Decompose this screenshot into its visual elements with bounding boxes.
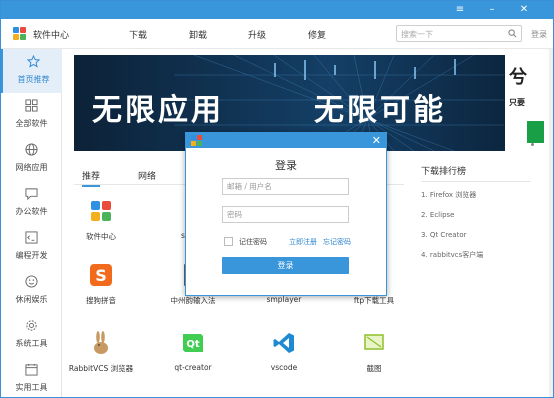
banner-side-panel: 兮 只要 — [505, 55, 544, 151]
app-card[interactable]: Qt qt-creator — [153, 331, 233, 397]
top-bar: 软件中心 下载 卸载 升级 修复 搜索一下 登录 — [1, 19, 553, 49]
app-label: 搜狗拼音 — [86, 296, 116, 305]
username-field[interactable] — [222, 178, 349, 195]
nav-uninstall[interactable]: 卸载 — [189, 28, 207, 41]
remember-checkbox[interactable] — [224, 237, 233, 246]
qt-icon: Qt — [183, 334, 203, 352]
sidebar-item-label: 全部软件 — [15, 119, 48, 128]
nav-download[interactable]: 下载 — [129, 28, 147, 41]
rabbit-icon — [94, 331, 108, 354]
tab-network[interactable]: 网络 — [138, 169, 156, 182]
app-label: smplayer — [266, 295, 302, 304]
app-card[interactable]: vscode — [244, 331, 324, 397]
sidebar-item-all[interactable]: 全部软件 — [1, 93, 62, 137]
login-button[interactable]: 登录 — [222, 257, 349, 274]
svg-text:Qt: Qt — [186, 339, 200, 350]
sidebar: 首页推荐 全部软件 网络应用 办公软件 编程开发 休闲娱乐 系统工具 实用工具 — [1, 49, 62, 397]
register-link[interactable]: 立即注册 — [289, 237, 317, 247]
screenshot-icon — [364, 334, 384, 350]
login-link[interactable]: 登录 — [531, 29, 547, 40]
rank-item[interactable]: 3. Qt Creator — [421, 231, 467, 239]
app-card[interactable]: 软件中心 — [61, 199, 141, 269]
sogou-icon: S — [90, 264, 112, 286]
app-name: 软件中心 — [33, 31, 70, 41]
sidebar-item-utility[interactable]: 实用工具 — [1, 357, 62, 397]
sidebar-item-leisure[interactable]: 休闲娱乐 — [1, 269, 62, 313]
download-rank-panel: 下载排行榜 1. Firefox 浏览器 2. Eclipse 3. Qt Cr… — [421, 164, 541, 259]
sidebar-item-label: 休闲娱乐 — [15, 295, 48, 304]
app-window: ≡ – ✕ 软件中心 下载 卸载 升级 修复 搜索一下 登录 首页推荐 全部软件 — [0, 0, 554, 398]
nav-upgrade[interactable]: 升级 — [248, 28, 266, 41]
search-placeholder: 搜索一下 — [401, 30, 433, 39]
sidebar-item-label: 系统工具 — [15, 339, 48, 348]
vscode-icon — [273, 333, 294, 353]
banner-text-2: 无限可能 — [314, 93, 446, 128]
app-logo-icon — [13, 27, 27, 41]
banner-text-1: 无限应用 — [92, 93, 224, 128]
software-center-icon — [91, 201, 111, 221]
app-card[interactable]: 截图 — [334, 331, 414, 397]
gear-icon — [26, 320, 37, 331]
password-field[interactable] — [222, 206, 349, 223]
app-label: 截图 — [366, 364, 382, 373]
sidebar-item-label: 编程开发 — [15, 251, 48, 260]
star-icon — [27, 55, 40, 68]
sidebar-item-label: 首页推荐 — [17, 75, 50, 84]
app-label: 软件中心 — [86, 232, 116, 241]
sidebar-item-label: 办公软件 — [15, 207, 48, 216]
hamburger-icon[interactable]: ≡ — [453, 3, 467, 17]
scrollbar[interactable] — [549, 49, 553, 397]
rank-title: 下载排行榜 — [421, 164, 531, 182]
remember-label: 记住密码 — [239, 238, 267, 246]
rank-item[interactable]: 1. Firefox 浏览器 — [421, 190, 476, 200]
dialog-title-bar: ✕ — [186, 133, 386, 148]
app-label: 中州韵输入法 — [170, 296, 216, 305]
password-input[interactable] — [223, 207, 343, 222]
username-input[interactable] — [223, 179, 343, 194]
sidebar-item-label: 实用工具 — [15, 383, 48, 392]
calendar-icon — [25, 363, 38, 376]
grid-icon — [25, 99, 38, 112]
minimize-icon[interactable]: – — [485, 3, 499, 17]
svg-text:S: S — [95, 266, 107, 285]
forgot-password-link[interactable]: 忘记密码 — [323, 237, 351, 247]
banner-side-title: 兮 — [509, 67, 527, 88]
close-icon[interactable]: ✕ — [372, 133, 381, 148]
app-card[interactable]: S 搜狗拼音 — [61, 263, 141, 333]
globe-icon — [25, 143, 38, 156]
rank-item[interactable]: 4. rabbitvcs客户端 — [421, 250, 483, 260]
app-card[interactable]: RabbitVCS 浏览器 — [61, 331, 141, 397]
carousel-dot[interactable] — [521, 143, 524, 146]
smiley-icon — [25, 275, 38, 288]
app-logo-icon — [191, 135, 202, 146]
app-label: RabbitVCS 浏览器 — [68, 364, 134, 373]
app-label: ftp下载工具 — [353, 296, 395, 305]
search-input[interactable]: 搜索一下 — [396, 25, 522, 42]
rank-item[interactable]: 2. Eclipse — [421, 211, 454, 219]
sidebar-item-home[interactable]: 首页推荐 — [1, 49, 62, 93]
tab-recommend[interactable]: 推荐 — [82, 169, 101, 187]
sidebar-item-office[interactable]: 办公软件 — [1, 181, 62, 225]
nav-repair[interactable]: 修复 — [308, 28, 326, 41]
sidebar-item-network[interactable]: 网络应用 — [1, 137, 62, 181]
carousel-dot[interactable] — [531, 143, 534, 146]
banner-side-accent — [527, 121, 544, 143]
sidebar-item-system[interactable]: 系统工具 — [1, 313, 62, 357]
code-icon — [25, 231, 38, 244]
search-icon[interactable] — [508, 29, 517, 38]
banner-side-sub: 只要 — [509, 98, 525, 107]
chat-icon — [25, 188, 38, 200]
app-label: vscode — [270, 363, 298, 372]
close-icon[interactable]: ✕ — [517, 3, 531, 17]
dialog-title: 登录 — [275, 159, 297, 172]
sidebar-item-dev[interactable]: 编程开发 — [1, 225, 62, 269]
app-label: qt-creator — [174, 363, 212, 372]
sidebar-item-label: 网络应用 — [15, 163, 48, 172]
title-bar: ≡ – ✕ — [1, 1, 553, 19]
login-dialog: ✕ 登录 记住密码 立即注册 忘记密码 登录 — [185, 132, 387, 296]
